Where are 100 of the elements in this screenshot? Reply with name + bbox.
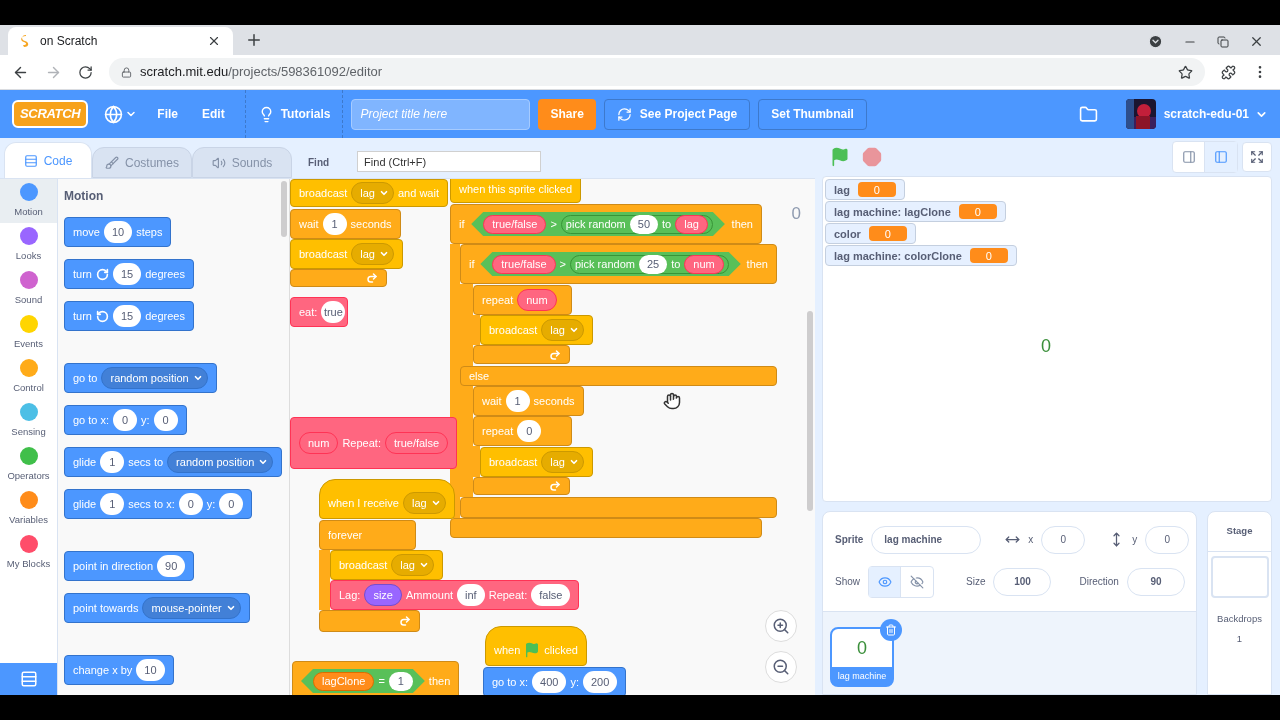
close-icon[interactable] (207, 34, 221, 48)
extensions-icon[interactable] (1221, 64, 1236, 80)
category-label: Operators (7, 468, 50, 483)
number-input[interactable]: 10 (103, 221, 133, 243)
reporter-block[interactable]: size (364, 584, 402, 606)
zoom-out-button[interactable] (765, 651, 797, 683)
direction-field[interactable]: 90 (1126, 567, 1185, 596)
number-input[interactable]: 1 (505, 390, 530, 412)
sprite-text[interactable]: 0 (1041, 333, 1051, 361)
show-button[interactable] (869, 566, 901, 597)
category-item[interactable]: My Blocks (0, 531, 57, 575)
scrollbar[interactable] (807, 311, 813, 511)
code-block[interactable] (450, 518, 762, 538)
number-input[interactable]: 0 (153, 409, 178, 431)
operator-block[interactable]: pick random 25 to num (570, 254, 729, 274)
code-block[interactable]: point in direction 90 (64, 551, 195, 581)
category-item[interactable]: Sound (0, 267, 57, 311)
number-input[interactable]: 10 (136, 659, 165, 681)
number-input[interactable]: 1 (100, 451, 125, 473)
number-input[interactable]: 50 (629, 214, 659, 234)
fullscreen-button[interactable] (1242, 142, 1272, 173)
close-icon[interactable] (1249, 34, 1264, 49)
category-item[interactable]: Sensing (0, 399, 57, 443)
boolean-block[interactable]: true/false > pick random 25 to num (480, 252, 741, 276)
delete-button[interactable] (880, 619, 902, 641)
number-input[interactable]: 0 (219, 493, 244, 515)
category-item[interactable]: Motion (0, 179, 57, 223)
code-block[interactable]: repeat 0 (473, 416, 572, 446)
number-input[interactable]: 200 (583, 671, 618, 693)
boolean-block[interactable]: true/false > pick random 50 to lag (471, 212, 725, 236)
scrollbar[interactable] (281, 181, 287, 237)
code-block[interactable]: eat: true (290, 297, 348, 327)
code-block[interactable]: go to x: 0 y: 0 (64, 405, 187, 435)
number-input[interactable]: false (531, 584, 571, 606)
number-input[interactable]: true (321, 301, 346, 323)
code-block[interactable]: Lag: size Ammount inf Repeat: false (330, 580, 580, 610)
code-block[interactable]: if true/false > pick random 50 to lag then (450, 204, 762, 244)
number-input[interactable]: 15 (112, 263, 142, 285)
folder-icon[interactable] (1078, 104, 1098, 124)
number-input[interactable]: 1 (322, 213, 347, 235)
browser-tab[interactable]: on Scratch (8, 27, 233, 55)
number-input[interactable]: inf (457, 584, 485, 606)
address-bar[interactable]: scratch.mit.edu/projects/598361092/editor (109, 58, 1205, 86)
code-block[interactable]: turn 15 degrees (64, 259, 194, 289)
code-block[interactable] (319, 610, 420, 632)
operator-block[interactable]: pick random 50 to lag (560, 214, 713, 234)
bookmark-icon[interactable] (1178, 64, 1193, 80)
number-input[interactable]: 90 (157, 555, 186, 577)
code-block[interactable] (290, 269, 387, 287)
size-field[interactable]: 100 (993, 567, 1052, 596)
restore-icon[interactable] (1217, 35, 1229, 48)
code-block[interactable]: move 10 steps (64, 217, 172, 247)
y-field[interactable]: 0 (1145, 525, 1190, 554)
number-input[interactable]: 0 (113, 409, 138, 431)
code-block[interactable]: go to x: 400 y: 200 (483, 667, 627, 695)
code-block[interactable]: glide 1 secs to x: 0 y: 0 (64, 489, 253, 519)
dropdown-menu[interactable]: random position (101, 367, 208, 389)
code-block[interactable]: go to random position (64, 363, 217, 393)
code-block[interactable]: wait 1 seconds (473, 386, 584, 416)
code-block[interactable] (473, 477, 570, 495)
stop-icon[interactable] (862, 147, 882, 168)
number-input[interactable]: 400 (532, 671, 567, 693)
dropdown-menu[interactable]: mouse-pointer (142, 597, 241, 619)
number-input[interactable]: 1 (100, 493, 125, 515)
language-icon[interactable] (104, 104, 124, 124)
number-input[interactable]: 0 (517, 420, 542, 442)
sprite-tile[interactable]: 0 lag machine (830, 627, 894, 687)
category-item[interactable]: Control (0, 355, 57, 399)
code-block[interactable]: if true/false > pick random 25 to num then (460, 244, 777, 284)
code-block[interactable]: glide 1 secs to random position (64, 447, 283, 477)
zoom-in-button[interactable] (765, 610, 797, 642)
large-stage-button[interactable] (1205, 142, 1237, 173)
code-block[interactable]: change x by 10 (64, 655, 174, 685)
add-extension-button[interactable] (0, 663, 57, 695)
dropdown-menu[interactable]: random position (167, 451, 274, 473)
x-field[interactable]: 0 (1041, 525, 1086, 554)
category-item[interactable]: Operators (0, 443, 57, 487)
flag-icon[interactable] (830, 147, 850, 168)
reload-icon[interactable] (78, 64, 93, 80)
number-input[interactable]: 0 (178, 493, 203, 515)
stage-panel[interactable]: Stage Backdrops 1 (1207, 511, 1272, 695)
category-item[interactable]: Variables (0, 487, 57, 531)
code-block[interactable] (473, 345, 570, 364)
boolean-block[interactable]: lagClone = 1 (301, 669, 425, 693)
code-block[interactable] (460, 497, 777, 518)
sprite-name-field[interactable]: lag machine (871, 525, 982, 554)
tab-search-icon[interactable] (1148, 34, 1163, 49)
code-block[interactable]: lagClone = 1 then (292, 661, 460, 695)
code-block[interactable]: turn 15 degrees (64, 301, 194, 331)
number-input[interactable]: 25 (638, 254, 668, 274)
project-title-field[interactable]: Project title here (351, 98, 531, 130)
new-tab-icon[interactable] (245, 31, 263, 49)
code-block[interactable]: wait 1 seconds (290, 209, 401, 239)
number-input[interactable]: 1 (388, 671, 413, 691)
number-input[interactable]: 15 (112, 305, 142, 327)
category-item[interactable]: Looks (0, 223, 57, 267)
stage-canvas[interactable]: lag 0 lag machine: lagClone 0 color 0 lag machine: colorClone 0 0 (822, 176, 1272, 502)
category-item[interactable]: Events (0, 311, 57, 355)
find-field[interactable]: Find (Ctrl+F) (357, 151, 542, 172)
code-block[interactable]: point towards mouse-pointer (64, 593, 250, 623)
